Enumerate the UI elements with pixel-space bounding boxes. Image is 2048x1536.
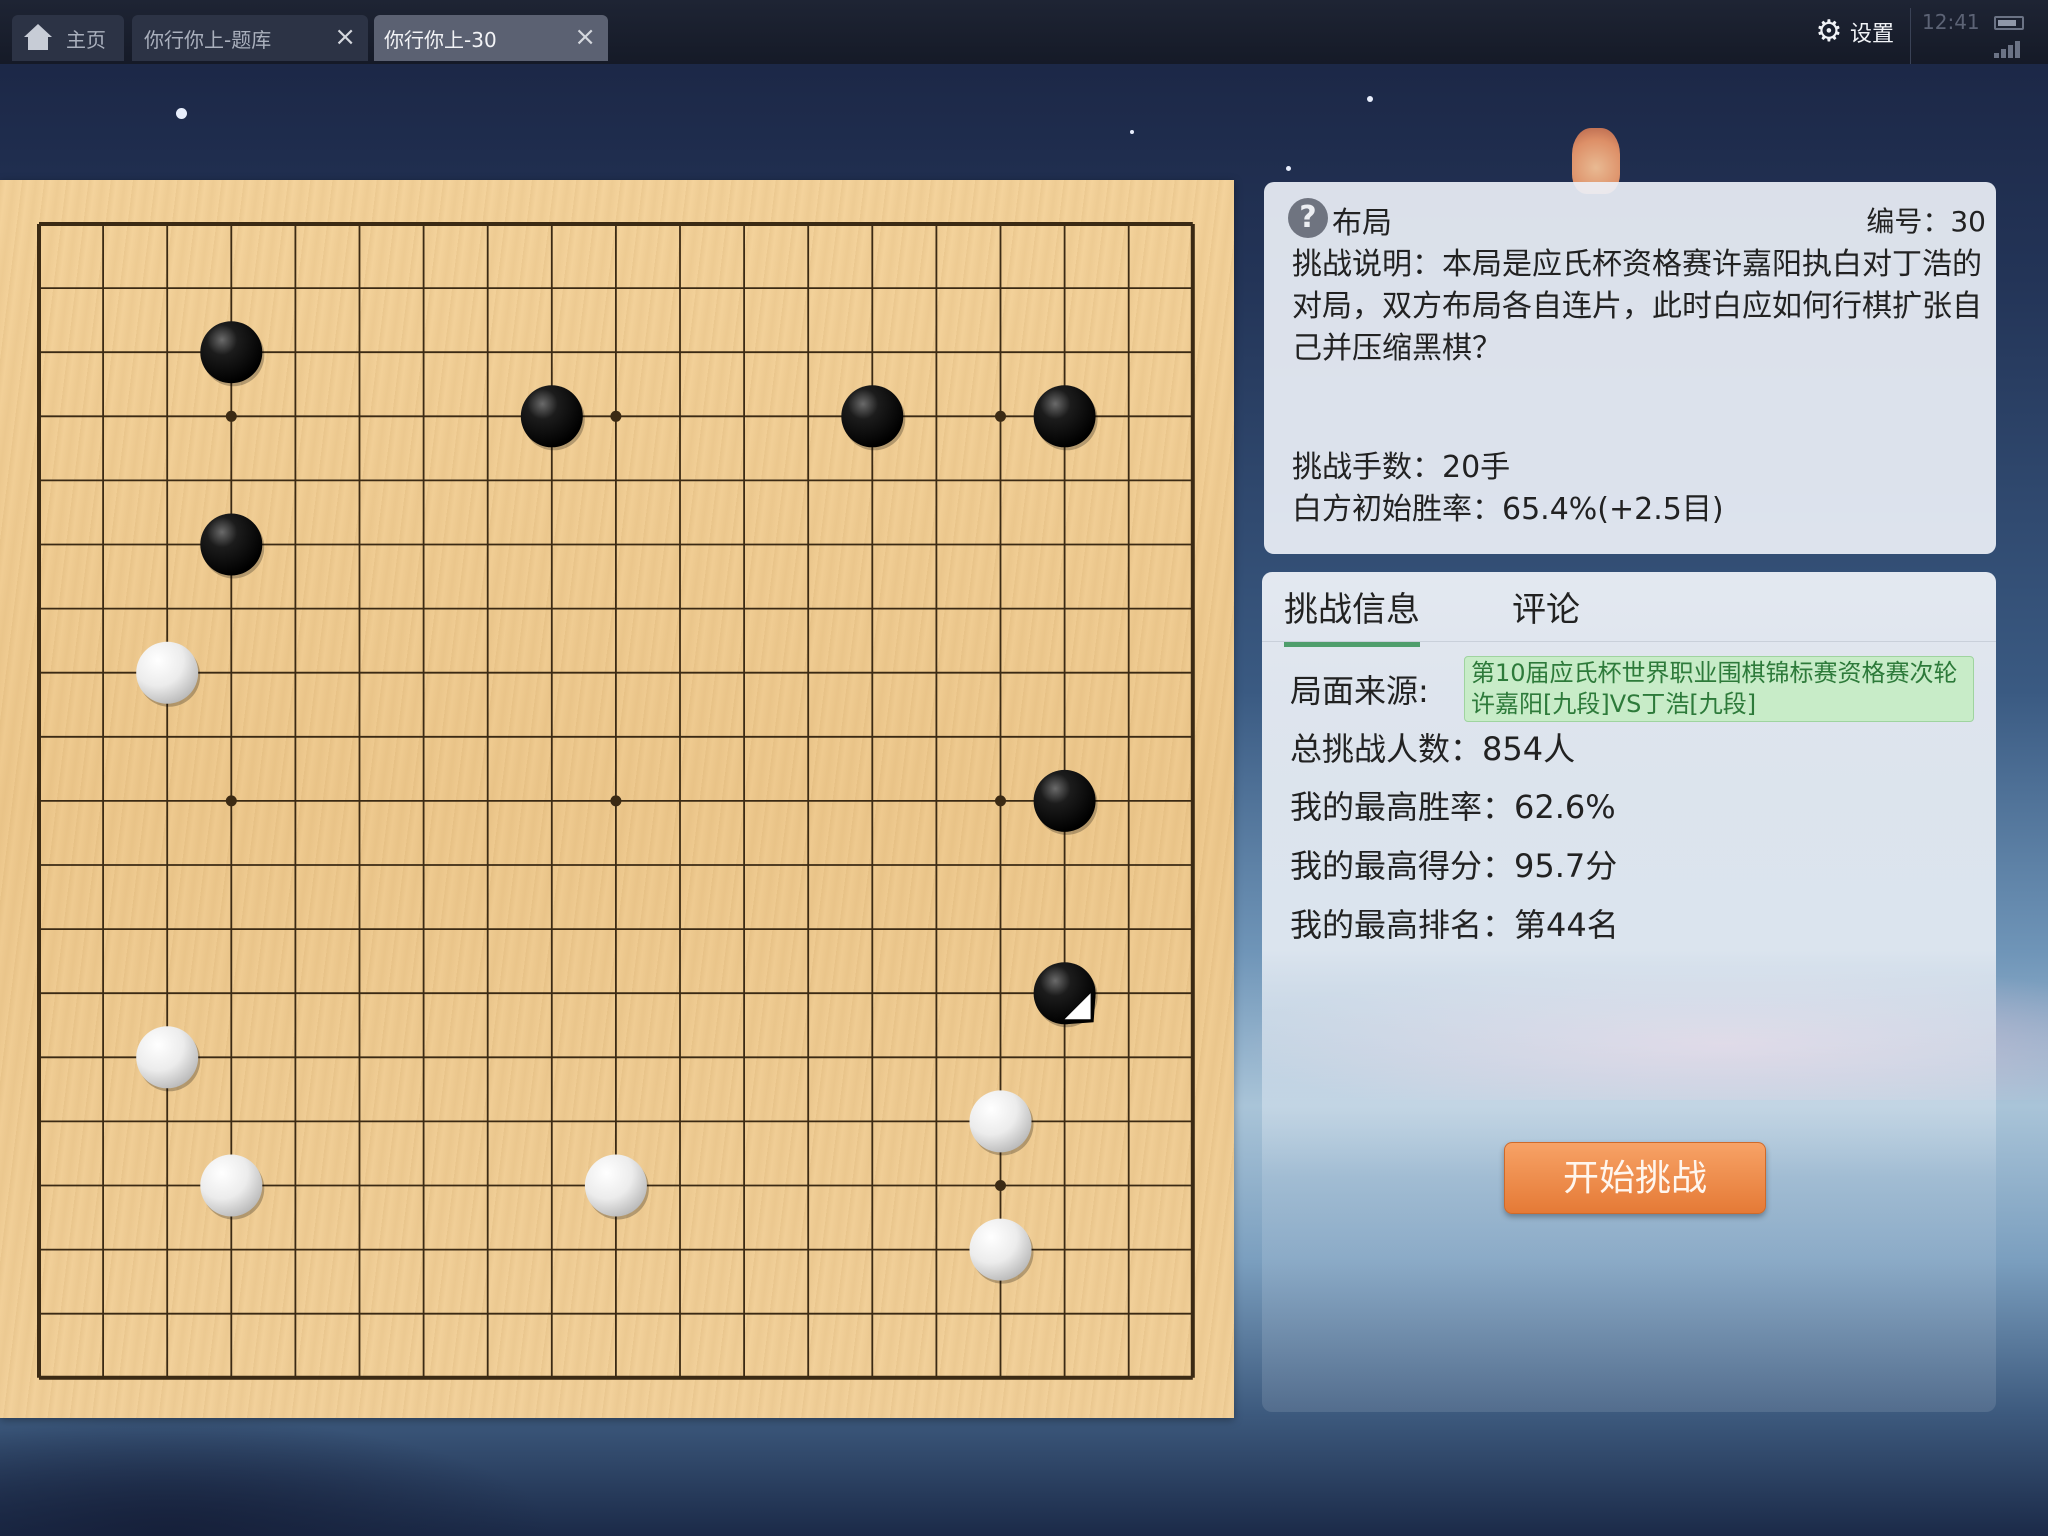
settings-button[interactable]: ⚙ 设置 — [1814, 16, 1894, 48]
star-point — [610, 795, 622, 807]
signal-icon — [1994, 40, 2022, 58]
problem-number: 编号：30 — [1866, 205, 1986, 238]
star-point — [995, 795, 1006, 807]
tab-comments[interactable]: 评论 — [1512, 582, 1580, 631]
start-challenge-button[interactable]: 开始挑战 — [1504, 1142, 1766, 1214]
initial-winrate: 白方初始胜率：65.4%(+2.5目) — [1292, 492, 1724, 527]
star-decoration — [1367, 96, 1373, 102]
white-stone — [200, 1154, 263, 1217]
tab-bar: 主页 你行你上-题库 × 你行你上-30 × ⚙ 设置 12:41 — [0, 0, 2048, 64]
black-stone — [841, 385, 904, 448]
help-icon[interactable]: ? — [1288, 198, 1328, 238]
board-grid[interactable] — [0, 180, 1234, 1418]
plant-decoration — [0, 1416, 560, 1536]
white-stone — [969, 1090, 1032, 1153]
white-stone — [136, 1026, 199, 1089]
star-point — [995, 410, 1006, 422]
white-stone — [969, 1218, 1032, 1281]
star-point — [995, 1180, 1006, 1191]
tab-challenge-info[interactable]: 挑战信息 — [1284, 582, 1420, 647]
tab-home-label: 主页 — [66, 27, 106, 52]
close-icon[interactable]: × — [334, 24, 356, 50]
black-stone — [200, 513, 263, 576]
home-icon — [22, 24, 54, 52]
tab-question-bank[interactable]: 你行你上-题库 × — [132, 15, 368, 61]
tab-label: 你行你上-30 — [384, 27, 497, 52]
best-winrate: 我的最高胜率：62.6% — [1290, 788, 1616, 826]
source-tag: 第10届应氏杯世界职业围棋锦标赛资格赛次轮 许嘉阳[九段]VS丁浩[九段] — [1464, 656, 1974, 722]
challenge-info-panel: 挑战信息 评论 局面来源: 第10届应氏杯世界职业围棋锦标赛资格赛次轮 许嘉阳[… — [1262, 572, 1996, 1412]
black-stone — [520, 385, 583, 448]
problem-category: 布局 — [1332, 206, 1392, 241]
star-point — [225, 795, 237, 807]
tab-label: 你行你上-题库 — [144, 27, 272, 52]
battery-icon — [1994, 16, 2024, 30]
info-tabs: 挑战信息 评论 — [1262, 572, 1996, 647]
best-score: 我的最高得分：95.7分 — [1290, 847, 1618, 885]
settings-label: 设置 — [1850, 22, 1895, 47]
tab-current-problem[interactable]: 你行你上-30 × — [374, 15, 608, 61]
status-clock: 12:41 — [1922, 10, 1980, 34]
problem-card: ? 布局 编号：30 挑战说明：本局是应氏杯资格赛许嘉阳执白对丁浩的对局，双方布… — [1264, 182, 1996, 554]
black-stone — [1033, 769, 1096, 832]
black-stone — [1033, 385, 1096, 448]
star-decoration — [176, 108, 187, 119]
total-challengers: 总挑战人数：854人 — [1290, 730, 1576, 768]
source-label: 局面来源: — [1290, 672, 1429, 710]
black-stone — [200, 321, 263, 384]
close-icon[interactable]: × — [574, 24, 596, 50]
best-rank: 我的最高排名：第44名 — [1290, 906, 1619, 944]
star-decoration — [1130, 130, 1134, 134]
star-point — [225, 410, 237, 422]
white-stone — [584, 1154, 647, 1217]
challenge-moves: 挑战手数：20手 — [1292, 450, 1511, 485]
problem-description: 挑战说明：本局是应氏杯资格赛许嘉阳执白对丁浩的对局，双方布局各自连片，此时白应如… — [1292, 247, 1982, 366]
white-stone — [136, 641, 199, 704]
go-board[interactable] — [0, 180, 1234, 1418]
star-decoration — [1286, 166, 1291, 171]
gear-icon: ⚙ — [1815, 14, 1843, 49]
star-point — [610, 410, 622, 422]
tab-home[interactable]: 主页 — [12, 15, 124, 61]
